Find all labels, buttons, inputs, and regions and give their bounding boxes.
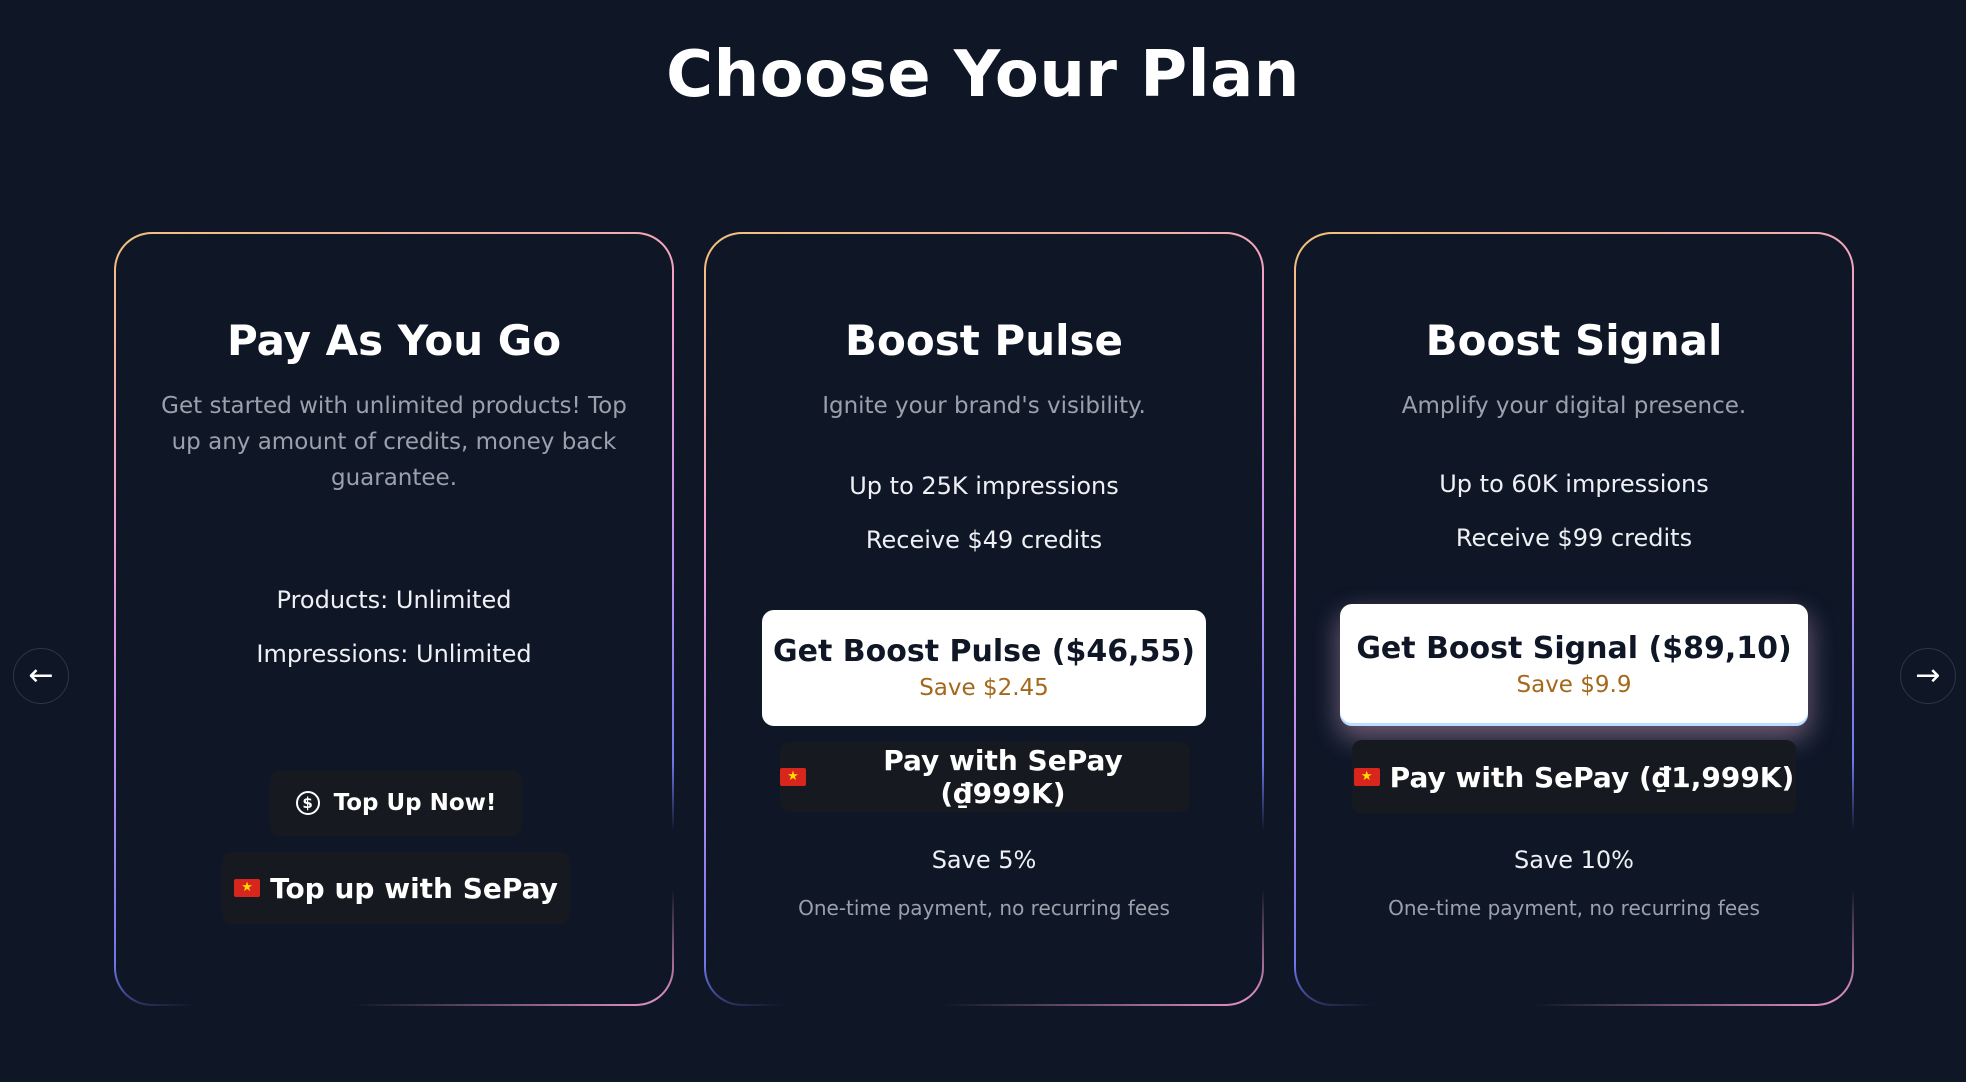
plan-card-body: Pay As You Go Get started with unlimited…	[116, 234, 672, 1004]
sepay-label: Pay with SePay (₫1,999K)	[1389, 760, 1795, 794]
sepay-label: Top up with SePay	[270, 871, 558, 905]
button-save-text: Save $2.45	[919, 675, 1049, 701]
carousel-prev-button[interactable]: ←	[13, 648, 69, 704]
arrow-right-icon: →	[1915, 658, 1941, 693]
top-up-now-button[interactable]: $ Top Up Now!	[270, 770, 522, 836]
plan-card-pay-as-you-go: Pay As You Go Get started with unlimited…	[114, 232, 674, 1006]
plan-description: Amplify your digital presence.	[1401, 393, 1747, 419]
carousel-next-button[interactable]: →	[1900, 648, 1956, 704]
plan-feature-impressions: Up to 25K impressions	[849, 472, 1119, 500]
plan-description: Get started with unlimited products! Top…	[161, 393, 627, 491]
plan-title: Pay As You Go	[226, 316, 562, 365]
button-label: Get Boost Signal ($89,10)	[1356, 631, 1792, 666]
vietnam-flag-icon: ★	[780, 768, 806, 786]
plan-feature-products: Products: Unlimited	[276, 586, 512, 614]
plan-feature-impressions: Impressions: Unlimited	[256, 640, 532, 668]
vietnam-flag-icon: ★	[234, 879, 261, 897]
button-label: Get Boost Pulse ($46,55)	[773, 634, 1195, 669]
arrow-left-icon: ←	[28, 658, 54, 693]
page-title: Choose Your Plan	[666, 38, 1300, 112]
payment-note: One-time payment, no recurring fees	[798, 896, 1170, 920]
button-save-text: Save $9.9	[1516, 672, 1632, 698]
dollar-circle-icon: $	[295, 791, 320, 815]
save-percent: Save 10%	[1514, 846, 1634, 874]
plan-card-body: Boost Pulse Ignite your brand's visibili…	[706, 234, 1262, 1004]
plan-card-body: Boost Signal Amplify your digital presen…	[1296, 234, 1852, 1004]
vietnam-flag-icon: ★	[1353, 768, 1380, 786]
plan-card-boost-signal: Boost Signal Amplify your digital presen…	[1294, 232, 1854, 1006]
plan-title: Boost Pulse	[845, 316, 1123, 365]
get-boost-pulse-button[interactable]: Get Boost Pulse ($46,55) Save $2.45	[762, 610, 1206, 726]
plan-description: Ignite your brand's visibility.	[822, 393, 1146, 419]
top-up-now-label: Top Up Now!	[333, 790, 497, 816]
sepay-label: Pay with SePay (₫999K)	[883, 744, 1123, 810]
top-up-sepay-button[interactable]: ★ Top up with SePay	[222, 852, 570, 924]
plan-feature-credits: Receive $99 credits	[1455, 524, 1693, 552]
plan-card-boost-pulse: Boost Pulse Ignite your brand's visibili…	[704, 232, 1264, 1006]
plan-feature-impressions: Up to 60K impressions	[1439, 470, 1709, 498]
get-boost-signal-button[interactable]: Get Boost Signal ($89,10) Save $9.9	[1340, 604, 1808, 726]
payment-note: One-time payment, no recurring fees	[1388, 896, 1760, 920]
plan-title: Boost Signal	[1425, 316, 1723, 365]
plan-feature-credits: Receive $49 credits	[865, 526, 1103, 554]
pay-with-sepay-button[interactable]: ★ Pay with SePay (₫1,999K)	[1352, 740, 1796, 814]
save-percent: Save 5%	[931, 846, 1037, 874]
pay-with-sepay-button[interactable]: ★ Pay with SePay (₫999K)	[780, 742, 1190, 812]
